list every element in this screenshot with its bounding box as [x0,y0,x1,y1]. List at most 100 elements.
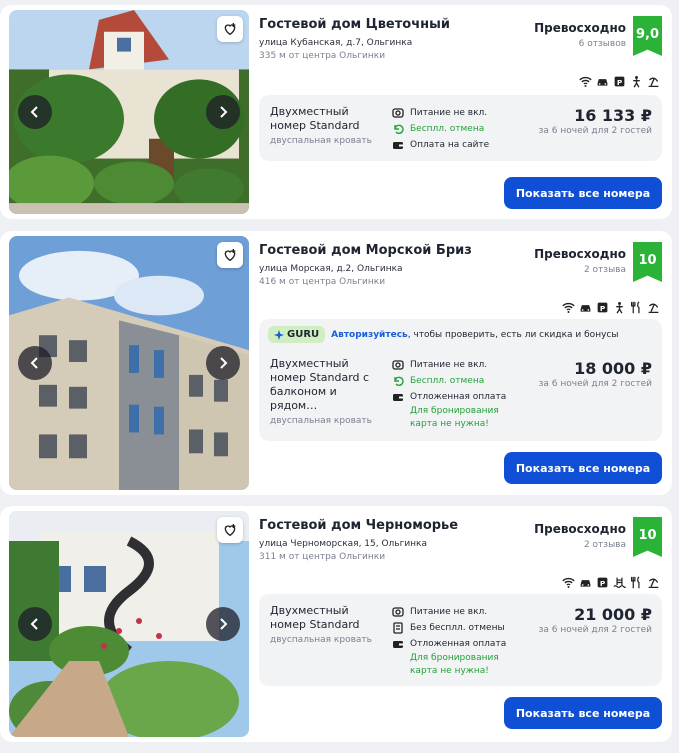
playground-icon [633,75,640,88]
feature-meal: Питание не вкл. [392,105,489,121]
add-favorite-button[interactable] [217,16,243,42]
price-note: за 6 ночей для 2 гостей [538,625,652,635]
feature-meal: Питание не вкл. [392,357,506,373]
hotel-results-list: Гостевой дом Цветочный улица Кубанская, … [0,0,679,753]
wallet-icon [393,394,403,401]
wifi-icon [562,577,575,588]
show-all-rooms-button[interactable]: Показать все номера [504,452,662,484]
parking-icon: P [597,577,608,588]
hotel-card[interactable]: Гостевой дом Черноморье улица Черноморск… [0,506,672,742]
guru-badge: GURU [268,326,326,343]
feature-free-cancel: Бесплл. отмена [392,373,506,389]
hotel-card[interactable]: Гостевой дом Цветочный улица Кубанская, … [0,5,672,219]
hotel-address: улица Морская, д.2, Ольгинка [259,264,403,274]
car-icon [580,580,591,587]
undo-icon [394,124,404,135]
wallet-icon [393,142,403,149]
room-type: Двухместный номер Standard с балконом и … [270,357,370,412]
feature-payment: Отложенная оплата [392,636,506,652]
rating-label: Превосходно [534,522,626,536]
room-offer[interactable]: Двухместный номер Standard двуспальная к… [259,95,662,161]
room-type: Двухместный номер Standard [270,604,360,631]
amenities-row: P [562,301,660,314]
hotel-title[interactable]: Гостевой дом Цветочный [259,17,450,32]
guru-banner: GURU Авторизуйтесь , чтобы проверить, ес… [268,326,618,343]
heart-plus-icon [224,249,236,262]
car-icon [580,305,591,312]
feature-no-free-cancel: Без бесплл. отмены [392,620,506,636]
room-type: Двухместный номер Standard [270,105,360,132]
hotel-title[interactable]: Гостевой дом Черноморье [259,518,458,533]
hotel-address: улица Кубанская, д.7, Ольгинка [259,38,413,48]
feature-payment: Отложенная оплата [392,389,506,405]
photo-prev-button[interactable] [18,346,52,380]
room-offer[interactable]: Двухместный номер Standard двуспальная к… [259,594,662,686]
rating-score-badge: 9,0 [633,16,662,56]
photo-prev-button[interactable] [18,95,52,129]
undo-icon [394,376,404,387]
room-info: Двухместный номер Standard двуспальная к… [270,604,382,647]
pool-icon [613,577,626,588]
hotel-distance: 311 м от центра Ольгинки [259,552,386,562]
room-features: Питание не вкл. Бесплл. отмена Отложенна… [392,357,506,431]
show-all-rooms-button[interactable]: Показать все номера [504,177,662,209]
car-icon [597,79,608,86]
room-info: Двухместный номер Standard двуспальная к… [270,105,382,148]
hotel-card[interactable]: Гостевой дом Морской Бриз улица Морская,… [0,231,672,495]
chevron-left-icon [30,618,38,630]
hotel-title[interactable]: Гостевой дом Морской Бриз [259,243,472,258]
room-info: Двухместный номер Standard с балконом и … [270,357,382,428]
playground-icon [616,301,623,314]
reviews-count[interactable]: 6 отзывов [579,39,626,49]
add-favorite-button[interactable] [217,517,243,543]
heart-plus-icon [224,524,236,537]
meal-icon [392,607,404,617]
no-card-note: Для бронирования карта не нужна! [410,406,499,429]
feature-payment: Оплата на сайте [392,137,489,153]
amenities-row: P [562,576,660,589]
chevron-right-icon [220,357,228,369]
room-offer[interactable]: GURU Авторизуйтесь , чтобы проверить, ес… [259,319,662,441]
room-features: Питание не вкл. Бесплл. отмена Оплата на… [392,105,489,153]
photo-next-button[interactable] [206,607,240,641]
restaurant-icon [631,576,640,589]
price: 18 000 ₽ [574,359,652,378]
rating-label: Превосходно [534,21,626,35]
hotel-photo[interactable] [9,511,249,737]
rating-score-badge: 10 [633,242,662,282]
bed-type: двуспальная кровать [270,635,372,645]
meal-icon [392,360,404,370]
chevron-right-icon [220,618,228,630]
restaurant-icon [631,301,640,314]
svg-text:P: P [600,579,606,588]
wifi-icon [562,302,575,313]
photo-prev-button[interactable] [18,607,52,641]
bed-type: двуспальная кровать [270,136,372,146]
guru-text: , чтобы проверить, есть ли скидка и бону… [407,329,619,340]
rating-score-badge: 10 [633,517,662,557]
parking-icon: P [614,76,625,87]
photo-next-button[interactable] [206,95,240,129]
chevron-left-icon [30,106,38,118]
wifi-icon [579,76,592,87]
add-favorite-button[interactable] [217,242,243,268]
sparkle-icon [274,329,284,340]
feature-meal: Питание не вкл. [392,604,506,620]
reviews-count[interactable]: 2 отзыва [584,540,626,550]
reviews-count[interactable]: 2 отзыва [584,265,626,275]
chevron-right-icon [220,106,228,118]
feature-free-cancel: Бесплл. отмена [392,121,489,137]
photo-next-button[interactable] [206,346,240,380]
price: 21 000 ₽ [574,605,652,624]
meal-icon [392,108,404,118]
chevron-left-icon [30,357,38,369]
hotel-photo[interactable] [9,10,249,214]
parking-icon: P [597,302,608,313]
wallet-icon [393,641,403,648]
hotel-photo[interactable] [9,236,249,490]
heart-plus-icon [224,23,236,36]
beach-icon [648,578,659,589]
login-link[interactable]: Авторизуйтесь [331,330,408,340]
show-all-rooms-button[interactable]: Показать все номера [504,697,662,729]
amenities-row: P [579,75,660,88]
